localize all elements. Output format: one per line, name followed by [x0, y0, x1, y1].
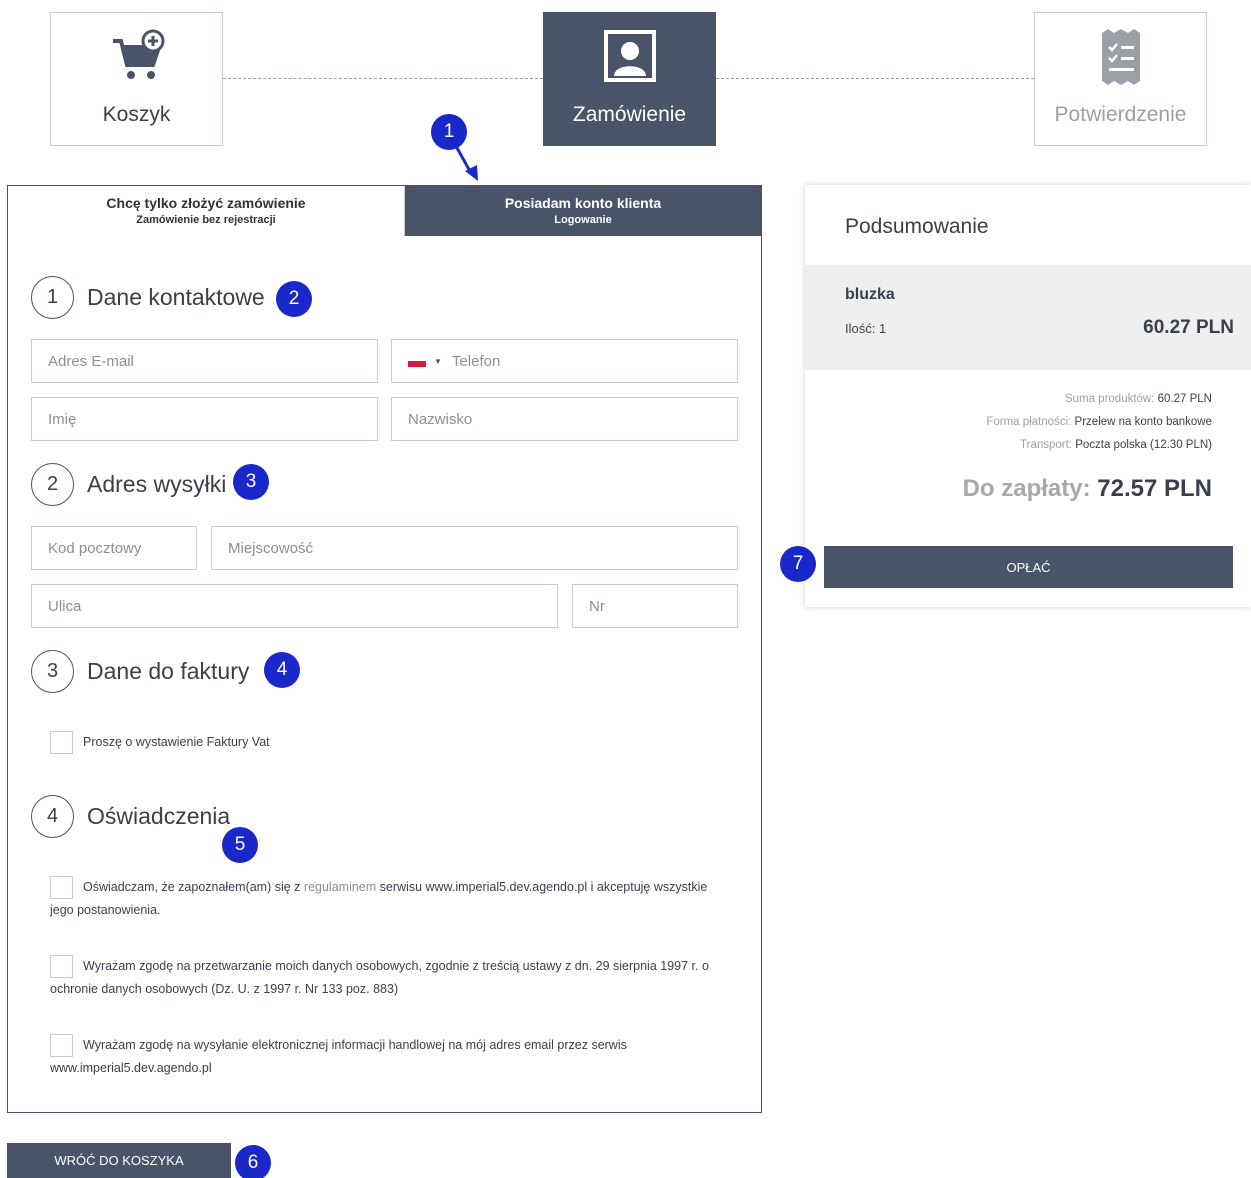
payment-method-value: Przelew na konto bankowe: [1074, 416, 1212, 428]
city-field[interactable]: Miejscowość: [211, 526, 738, 570]
tab-guest-subtitle: Zamówienie bez rejestracji: [136, 214, 276, 226]
marketing-label: Wyrażam zgodę na wysyłanie elektroniczne…: [50, 1038, 627, 1076]
payment-method-label: Forma płatności:: [986, 416, 1072, 428]
house-number-placeholder: Nr: [589, 597, 605, 615]
marketing-checkbox[interactable]: [50, 1034, 73, 1058]
tab-guest-title: Chcę tylko złożyć zamówienie: [106, 195, 306, 211]
poland-flag-icon[interactable]: [408, 355, 426, 367]
section-number: 1: [31, 275, 74, 319]
section-number: 2: [31, 462, 74, 506]
step-order-label: Zamówienie: [572, 103, 687, 126]
section-number: 4: [31, 794, 74, 838]
pay-button[interactable]: OPŁAĆ: [824, 546, 1233, 588]
checklist-receipt-icon: [1100, 29, 1142, 90]
total-value: 72.57 PLN: [1097, 475, 1212, 502]
summary-details: Suma produktów: 60.27 PLN Forma płatnośc…: [986, 388, 1212, 457]
total-label: Do zapłaty:: [962, 475, 1091, 502]
email-field[interactable]: Adres E-mail: [31, 339, 378, 383]
products-sum-value: 60.27 PLN: [1157, 393, 1212, 405]
annotation-badge-4: 4: [264, 652, 300, 688]
summary-product-row: bluzka Ilość: 1 60.27 PLN: [805, 265, 1251, 370]
data-processing-checkbox[interactable]: [50, 955, 73, 979]
section-title: Adres wysyłki: [87, 470, 227, 497]
terms-checkbox[interactable]: [50, 876, 73, 900]
first-name-field[interactable]: Imię: [31, 397, 378, 441]
section-number: 3: [31, 649, 74, 693]
tab-login-title: Posiadam konto klienta: [504, 195, 662, 211]
annotation-badge-7: 7: [780, 546, 816, 582]
checkout-tabs: Chcę tylko złożyć zamówienie Zamówienie …: [8, 186, 761, 236]
email-placeholder: Adres E-mail: [48, 352, 134, 370]
cart-plus-icon: [109, 29, 165, 90]
invoice-checkbox[interactable]: [50, 731, 73, 755]
annotation-badge-1: 1: [431, 114, 467, 150]
street-placeholder: Ulica: [48, 597, 82, 615]
terms-checkbox-row: Oświadczam, że zapoznałem(am) się z regu…: [50, 876, 730, 922]
last-name-field[interactable]: Nazwisko: [391, 397, 738, 441]
street-field[interactable]: Ulica: [31, 584, 558, 628]
city-placeholder: Miejscowość: [228, 539, 314, 557]
data-processing-checkbox-row: Wyrażam zgodę na przetwarzanie moich dan…: [50, 955, 730, 1001]
total-to-pay: Do zapłaty: 72.57 PLN: [963, 475, 1212, 503]
terms-text-before: Oświadczam, że zapoznałem(am) się z: [83, 880, 304, 895]
step-confirmation-label: Potwierdzenie: [1054, 103, 1187, 126]
order-summary-panel: Podsumowanie bluzka Ilość: 1 60.27 PLN S…: [805, 185, 1251, 607]
annotation-badge-6: 6: [235, 1145, 271, 1178]
products-sum-label: Suma produktów:: [1064, 393, 1155, 405]
step-cart-label: Koszyk: [102, 103, 171, 126]
product-name: bluzka: [845, 286, 895, 303]
tab-login[interactable]: Posiadam konto klienta Logowanie: [405, 186, 761, 236]
section-contact-heading: 1 Dane kontaktowe: [31, 275, 265, 319]
back-to-cart-button[interactable]: WRÓĆ DO KOSZYKA: [7, 1143, 231, 1178]
tab-guest-checkout[interactable]: Chcę tylko złożyć zamówienie Zamówienie …: [8, 186, 405, 236]
section-shipping-heading: 2 Adres wysyłki: [31, 462, 227, 506]
user-profile-icon: [603, 29, 657, 88]
product-quantity: Ilość: 1: [845, 321, 887, 336]
section-invoice-heading: 3 Dane do faktury: [31, 649, 250, 693]
stepper-connector-1: [223, 78, 543, 79]
data-processing-label: Wyrażam zgodę na przetwarzanie moich dan…: [50, 959, 709, 997]
terms-link[interactable]: regulaminem: [304, 880, 376, 894]
section-title: Oświadczenia: [87, 802, 231, 829]
section-title: Dane kontaktowe: [87, 283, 265, 310]
product-price: 60.27 PLN: [1143, 317, 1234, 338]
step-order[interactable]: Zamówienie: [543, 12, 716, 146]
annotation-badge-5: 5: [222, 827, 258, 863]
postal-code-field[interactable]: Kod pocztowy: [31, 526, 197, 570]
annotation-badge-3: 3: [233, 464, 269, 500]
first-name-placeholder: Imię: [48, 410, 77, 428]
stepper-connector-2: [716, 78, 1034, 79]
phone-placeholder: Telefon: [451, 352, 501, 370]
phone-field[interactable]: ▼ Telefon: [391, 339, 738, 383]
summary-title: Podsumowanie: [845, 215, 989, 238]
tab-login-subtitle: Logowanie: [554, 214, 612, 226]
order-form-panel: Chcę tylko złożyć zamówienie Zamówienie …: [7, 185, 762, 1113]
last-name-placeholder: Nazwisko: [408, 410, 473, 428]
invoice-checkbox-label: Proszę o wystawienie Faktury Vat: [83, 735, 270, 750]
marketing-checkbox-row: Wyrażam zgodę na wysyłanie elektroniczne…: [50, 1034, 730, 1080]
transport-value: Poczta polska (12.30 PLN): [1075, 439, 1212, 451]
chevron-down-icon[interactable]: ▼: [434, 357, 442, 366]
transport-label: Transport:: [1020, 439, 1072, 451]
invoice-checkbox-row: Proszę o wystawienie Faktury Vat: [50, 731, 730, 755]
house-number-field[interactable]: Nr: [572, 584, 738, 628]
annotation-badge-2: 2: [276, 281, 312, 317]
section-statements-heading: 4 Oświadczenia: [31, 794, 231, 838]
section-title: Dane do faktury: [87, 657, 250, 684]
step-confirmation[interactable]: Potwierdzenie: [1034, 12, 1207, 146]
postal-code-placeholder: Kod pocztowy: [48, 539, 142, 557]
step-cart[interactable]: Koszyk: [50, 12, 223, 146]
